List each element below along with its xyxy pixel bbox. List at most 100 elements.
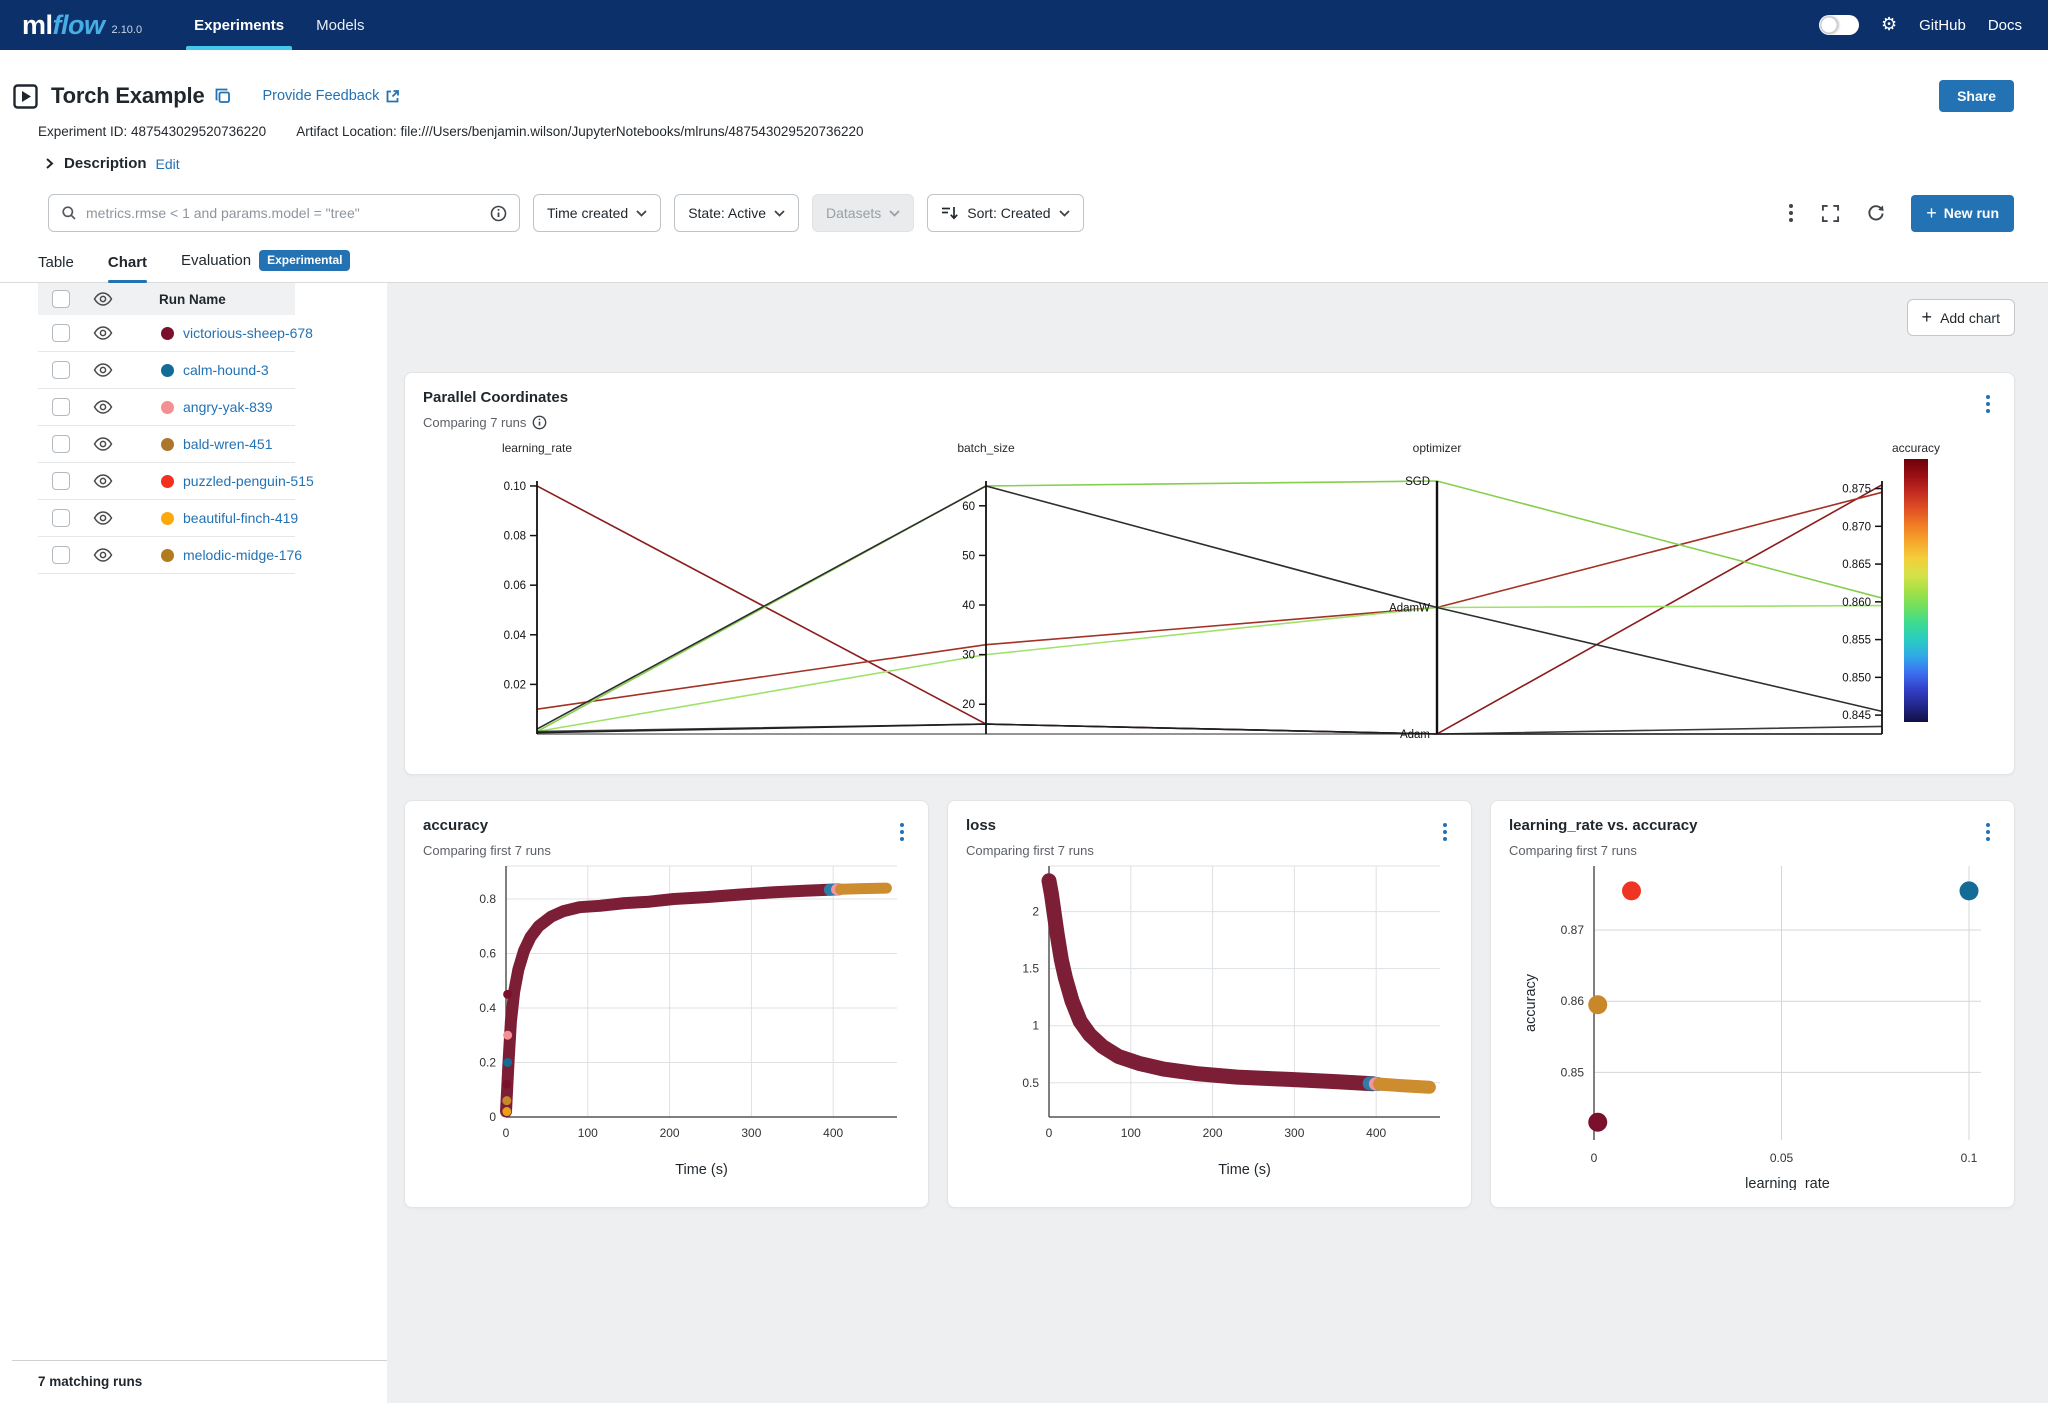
- tab-evaluation[interactable]: Evaluation Experimental: [181, 250, 350, 282]
- chart-kebab-menu[interactable]: [1984, 821, 1992, 843]
- nav-docs[interactable]: Docs: [1988, 17, 2022, 34]
- svg-text:0: 0: [489, 1110, 496, 1124]
- svg-text:AdamW: AdamW: [1389, 603, 1430, 615]
- svg-text:accuracy: accuracy: [1892, 441, 1940, 455]
- info-icon[interactable]: [532, 415, 547, 430]
- chart-title: loss: [966, 817, 1453, 834]
- nav-models[interactable]: Models: [300, 0, 380, 50]
- chart-title: accuracy: [423, 817, 910, 834]
- parcoords-run-line[interactable]: [537, 724, 1882, 734]
- svg-text:learning_rate: learning_rate: [1745, 1176, 1830, 1190]
- svg-text:0.8: 0.8: [479, 892, 496, 906]
- copy-icon[interactable]: [214, 87, 232, 105]
- run-name-link[interactable]: calm-hound-3: [183, 362, 269, 378]
- scatter-point[interactable]: [1588, 995, 1607, 1014]
- svg-text:0.5: 0.5: [1022, 1076, 1039, 1090]
- scatter-point[interactable]: [1588, 1113, 1607, 1132]
- fullscreen-icon[interactable]: [1821, 204, 1840, 223]
- chart-kebab-menu[interactable]: [898, 821, 906, 843]
- logo-ml: ml: [22, 10, 53, 41]
- select-all-checkbox[interactable]: [52, 290, 70, 308]
- parcoords-run-line[interactable]: [537, 606, 1882, 732]
- eye-icon[interactable]: [93, 400, 113, 414]
- state-filter[interactable]: State: Active: [674, 194, 799, 232]
- run-name-link[interactable]: bald-wren-451: [183, 436, 273, 452]
- eye-icon[interactable]: [93, 474, 113, 488]
- run-row: beautiful-finch-419: [38, 500, 295, 537]
- svg-text:0.865: 0.865: [1842, 559, 1871, 571]
- eye-icon[interactable]: [93, 548, 113, 562]
- chart-kebab-menu[interactable]: [1441, 821, 1449, 843]
- scatter-point[interactable]: [1622, 881, 1641, 900]
- nav-github[interactable]: GitHub: [1919, 17, 1966, 34]
- page-title: Torch Example: [51, 83, 204, 109]
- eye-icon[interactable]: [93, 437, 113, 451]
- tab-table[interactable]: Table: [38, 254, 74, 282]
- theme-toggle[interactable]: [1819, 15, 1859, 35]
- run-checkbox[interactable]: [52, 361, 70, 379]
- toolbar-kebab-menu[interactable]: [1787, 202, 1795, 224]
- run-checkbox[interactable]: [52, 546, 70, 564]
- parallel-coordinates-plot: learning_rate0.020.040.060.080.10batch_s…: [423, 436, 1998, 748]
- svg-text:40: 40: [962, 600, 975, 612]
- provide-feedback-link[interactable]: Provide Feedback: [262, 88, 400, 104]
- run-row: puzzled-penguin-515: [38, 463, 295, 500]
- runs-sidebar: Run Name victorious-sheep-678calm-hound-…: [0, 283, 387, 1403]
- run-row: calm-hound-3: [38, 352, 295, 389]
- gear-icon[interactable]: ⚙: [1881, 16, 1897, 34]
- experiment-header: Torch Example Provide Feedback Share Exp…: [0, 50, 2048, 172]
- run-checkbox[interactable]: [52, 398, 70, 416]
- charts-area: + Add chart Parallel Coordinates Compari…: [387, 283, 2048, 1403]
- description-label: Description: [64, 155, 147, 172]
- run-name-link[interactable]: beautiful-finch-419: [183, 510, 298, 526]
- eye-icon[interactable]: [93, 363, 113, 377]
- time-created-filter[interactable]: Time created: [533, 194, 661, 232]
- svg-text:Adam: Adam: [1400, 729, 1430, 741]
- chart-kebab-menu[interactable]: [1984, 393, 1992, 415]
- chart-title: learning_rate vs. accuracy: [1509, 817, 1996, 834]
- svg-text:1.5: 1.5: [1022, 962, 1039, 976]
- parcoords-run-line[interactable]: [537, 492, 1882, 709]
- accuracy-colorbar: [1904, 459, 1928, 722]
- scatter-point[interactable]: [1960, 881, 1979, 900]
- matching-runs-count: 7 matching runs: [12, 1360, 387, 1403]
- nav-experiments[interactable]: Experiments: [178, 0, 300, 50]
- run-name-link[interactable]: melodic-midge-176: [183, 547, 302, 563]
- new-run-button[interactable]: + New run: [1911, 195, 2014, 232]
- refresh-icon[interactable]: [1866, 204, 1885, 223]
- run-color-dot: [161, 364, 174, 377]
- accuracy-chart-card: accuracy Comparing first 7 runs 00.20.40…: [404, 800, 929, 1208]
- tab-chart[interactable]: Chart: [108, 254, 147, 282]
- svg-text:400: 400: [823, 1126, 843, 1140]
- share-button[interactable]: Share: [1939, 80, 2014, 112]
- search-input[interactable]: [86, 205, 481, 221]
- info-icon[interactable]: [490, 205, 507, 222]
- svg-text:30: 30: [962, 650, 975, 662]
- svg-text:0.86: 0.86: [1561, 994, 1585, 1008]
- run-checkbox[interactable]: [52, 472, 70, 490]
- artifact-location: Artifact Location: file:///Users/benjami…: [296, 124, 863, 139]
- eye-icon[interactable]: [93, 511, 113, 525]
- run-checkbox[interactable]: [52, 509, 70, 527]
- svg-text:300: 300: [1284, 1126, 1304, 1140]
- svg-text:0: 0: [1046, 1126, 1053, 1140]
- svg-text:batch_size: batch_size: [957, 441, 1015, 455]
- add-chart-button[interactable]: + Add chart: [1907, 299, 2015, 336]
- parcoords-run-line[interactable]: [537, 486, 1882, 729]
- chevron-down-icon: [1059, 210, 1070, 217]
- chevron-right-icon[interactable]: [44, 157, 55, 170]
- description-edit-link[interactable]: Edit: [156, 156, 180, 172]
- run-name-link[interactable]: angry-yak-839: [183, 399, 273, 415]
- search-box[interactable]: [48, 194, 520, 232]
- run-name-link[interactable]: victorious-sheep-678: [183, 325, 313, 341]
- run-color-dot: [161, 438, 174, 451]
- sort-button[interactable]: Sort: Created: [927, 194, 1083, 232]
- run-checkbox[interactable]: [52, 435, 70, 453]
- run-name-link[interactable]: puzzled-penguin-515: [183, 473, 314, 489]
- svg-text:1: 1: [1032, 1019, 1039, 1033]
- svg-text:Time (s): Time (s): [1218, 1162, 1271, 1178]
- eye-icon[interactable]: [93, 326, 113, 340]
- mlflow-logo[interactable]: mlflow 2.10.0: [22, 0, 142, 50]
- visibility-toggle-icon[interactable]: [93, 292, 113, 306]
- run-checkbox[interactable]: [52, 324, 70, 342]
